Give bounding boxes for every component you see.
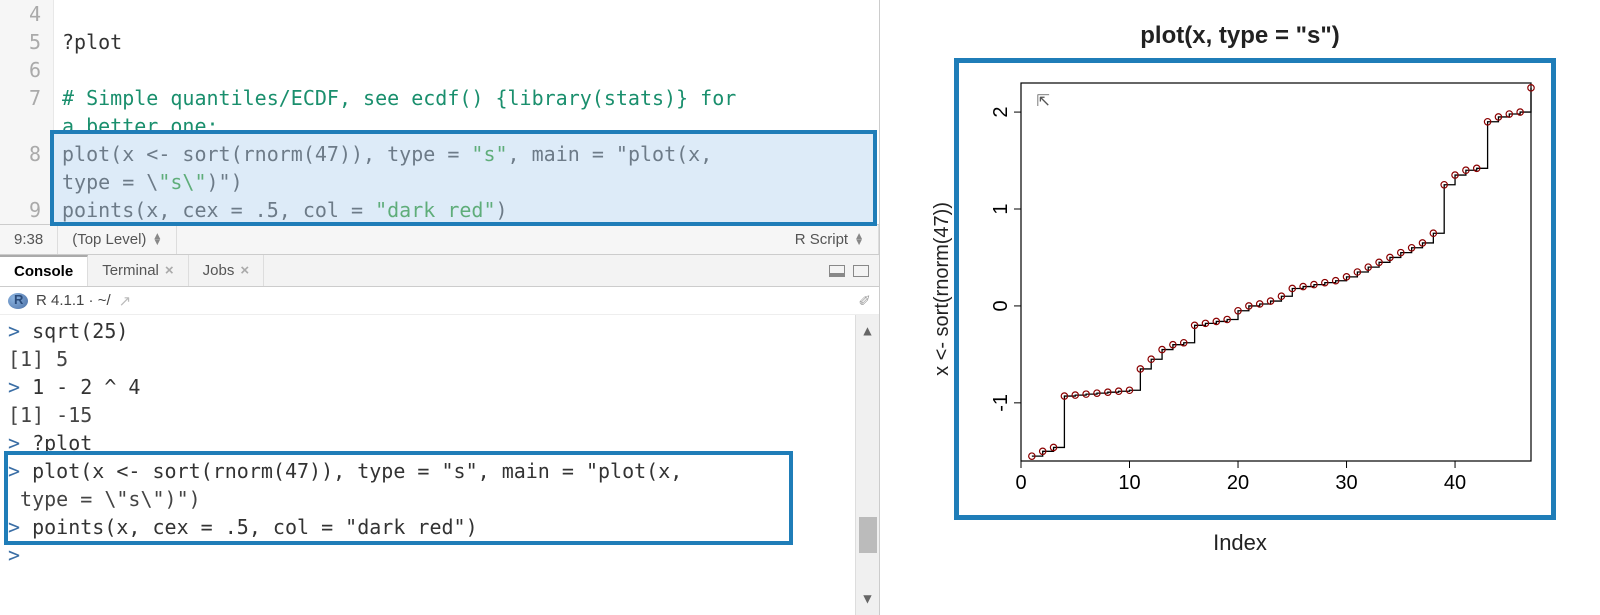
svg-text:0: 0 [1015,472,1026,494]
console-line: > points(x, cex = .5, col = "dark red") [8,513,871,541]
console-line: > ?plot [8,429,871,457]
svg-text:-1: -1 [990,394,1012,412]
code-line[interactable]: plot(x <- sort(rnorm(47)), type = "s", m… [62,140,871,168]
updown-icon: ▲▼ [152,234,162,246]
svg-text:10: 10 [1118,472,1140,494]
plot-title: plot(x, type = "s") [1140,22,1339,50]
plot-ylabel: x <- sort(rnorm(47)) [925,202,954,376]
tab-terminal[interactable]: Terminal × [88,255,188,286]
svg-text:1: 1 [990,203,1012,214]
share-icon[interactable]: ↗ [119,292,132,310]
close-icon[interactable]: × [240,262,249,279]
tab-label: Jobs [203,262,235,279]
language-selector[interactable]: R Script ▲▼ [781,225,879,254]
code-line[interactable]: a better one: [62,112,871,140]
plot-xlabel: Index [1213,530,1267,556]
plot-pane: plot(x, type = "s") x <- sort(rnorm(47))… [880,0,1600,615]
r-version-text: R 4.1.1 · ~/ [36,292,111,309]
tab-console[interactable]: Console [0,255,88,286]
svg-text:0: 0 [990,300,1012,311]
console-line: type = \"s\")") [8,485,871,513]
tab-label: Console [14,263,73,280]
code-line[interactable]: type = \"s\")") [62,168,871,196]
lang-label: R Script [795,231,848,248]
code-line[interactable]: # Simple quantiles/ECDF, see ecdf() {lib… [62,84,871,112]
left-pane: 456789 ?plot # Simple quantiles/ECDF, see… [0,0,880,615]
tab-label: Terminal [102,262,159,279]
code-line[interactable] [62,0,871,28]
r-logo-icon [8,293,28,309]
plot-frame: ⇱ 010203040-1012 [954,58,1556,520]
code-body[interactable]: ?plot # Simple quantiles/ECDF, see ecdf()… [54,0,879,224]
code-line[interactable]: ?plot [62,28,871,56]
cursor-position: 9:38 [0,225,58,254]
svg-text:2: 2 [990,107,1012,118]
console-header: R 4.1.1 · ~/ ↗ ✐ [0,287,879,315]
scrollbar[interactable]: ▲ ▼ [855,315,879,615]
plot-canvas: 0 10 20 30 40 -1 0 1 2 [965,69,1545,509]
console-tabs: Console Terminal × Jobs × [0,255,879,287]
clear-console-icon[interactable]: ✐ [858,292,871,310]
scroll-up-icon[interactable]: ▲ [863,315,871,347]
console-line: > sqrt(25) [8,317,871,345]
scope-selector[interactable]: (Top Level) ▲▼ [58,225,177,254]
plot-wrap: x <- sort(rnorm(47)) ⇱ 010203040-1012 [925,58,1556,520]
console-line: [1] 5 [8,345,871,373]
console-line: > 1 - 2 ^ 4 [8,373,871,401]
close-icon[interactable]: × [165,262,174,279]
console-line: [1] -15 [8,401,871,429]
svg-text:20: 20 [1226,472,1248,494]
maximize-pane-icon[interactable] [853,265,869,277]
editor-status-bar: 9:38 (Top Level) ▲▼ R Script ▲▼ [0,225,879,255]
source-editor[interactable]: 456789 ?plot # Simple quantiles/ECDF, see… [0,0,879,225]
updown-icon: ▲▼ [854,234,864,246]
console[interactable]: > sqrt(25)[1] 5> 1 - 2 ^ 4[1] -15> ?plot… [0,315,879,615]
tab-jobs[interactable]: Jobs × [189,255,264,286]
svg-text:30: 30 [1335,472,1357,494]
console-line: > plot(x <- sort(rnorm(47)), type = "s",… [8,457,871,485]
scroll-thumb[interactable] [859,517,877,553]
scope-label: (Top Level) [72,231,146,248]
svg-text:40: 40 [1443,472,1465,494]
scroll-down-icon[interactable]: ▼ [863,583,871,615]
cursor-pos-text: 9:38 [14,231,43,248]
line-gutter: 456789 [0,0,54,224]
pane-window-controls [819,265,879,277]
code-line[interactable]: points(x, cex = .5, col = "dark red") [62,196,871,224]
minimize-pane-icon[interactable] [829,265,845,277]
console-line: > [8,541,871,569]
code-line[interactable] [62,56,871,84]
